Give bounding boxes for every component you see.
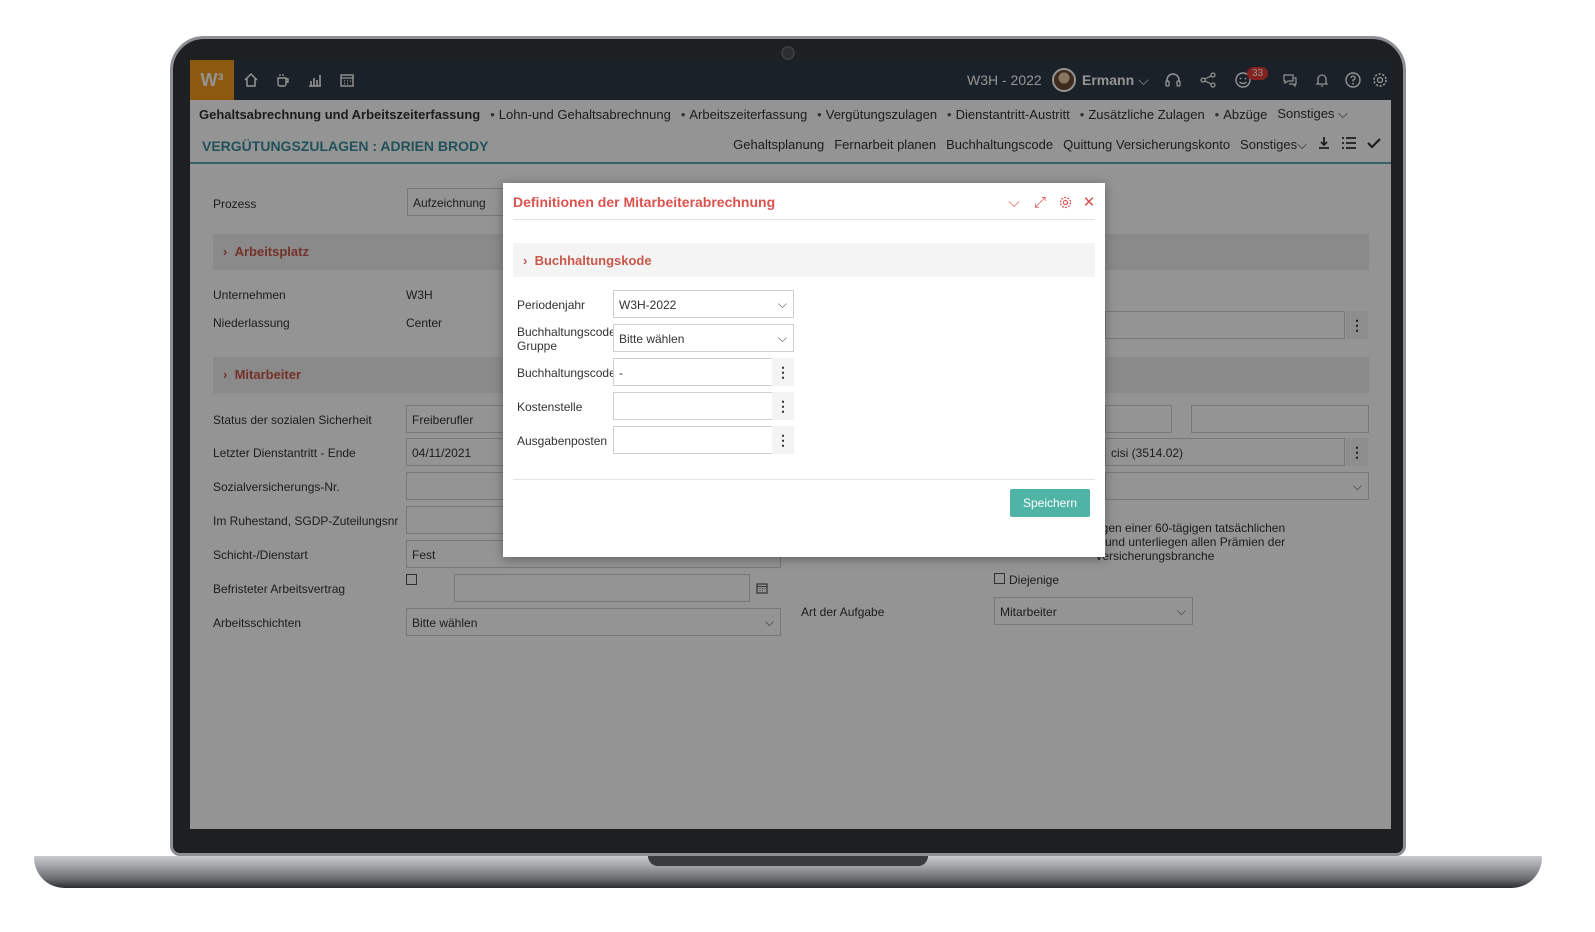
periodenjahr-select[interactable]: W3H-2022 ⌵ — [613, 290, 794, 318]
chevron-down-icon: ⌵ — [777, 297, 787, 311]
save-button[interactable]: Speichern — [1010, 489, 1090, 517]
screen: W³ W3H - 2022 Ermann ⌵ 33 Gehaltsabrechn… — [190, 60, 1391, 829]
camera — [781, 46, 795, 60]
more-vert-icon[interactable]: ⋮ — [772, 426, 794, 454]
kostenstelle-label: Kostenstelle — [517, 400, 583, 414]
section-buchhaltungskode[interactable]: › Buchhaltungskode — [513, 243, 1095, 277]
more-vert-icon[interactable]: ⋮ — [772, 358, 794, 386]
more-vert-icon[interactable]: ⋮ — [772, 392, 794, 420]
collapse-icon[interactable]: ⌵ — [1005, 193, 1023, 211]
ausgabenposten-field[interactable] — [613, 426, 794, 454]
gruppe-label: Buchhaltungscode Gruppe — [517, 325, 616, 353]
code-label: Buchhaltungscode — [517, 366, 616, 380]
laptop-notch — [648, 856, 928, 866]
gruppe-select[interactable]: Bitte wählen ⌵ — [613, 324, 794, 352]
accounting-modal: Definitionen der Mitarbeiterabrechnung ⌵… — [503, 183, 1105, 557]
periodenjahr-label: Periodenjahr — [517, 298, 586, 312]
ausgabenposten-label: Ausgabenposten — [517, 434, 608, 448]
modal-title: Definitionen der Mitarbeiterabrechnung — [513, 194, 776, 210]
close-icon[interactable]: ✕ — [1080, 193, 1098, 211]
divider — [513, 219, 1095, 220]
chevron-down-icon: ⌵ — [777, 331, 787, 345]
divider — [513, 479, 1095, 480]
chevron-right-icon: › — [523, 253, 528, 268]
kostenstelle-field[interactable] — [613, 392, 794, 420]
code-field[interactable]: - — [613, 358, 794, 386]
expand-icon[interactable]: ⤢ — [1031, 193, 1049, 211]
settings-icon[interactable] — [1056, 193, 1074, 211]
